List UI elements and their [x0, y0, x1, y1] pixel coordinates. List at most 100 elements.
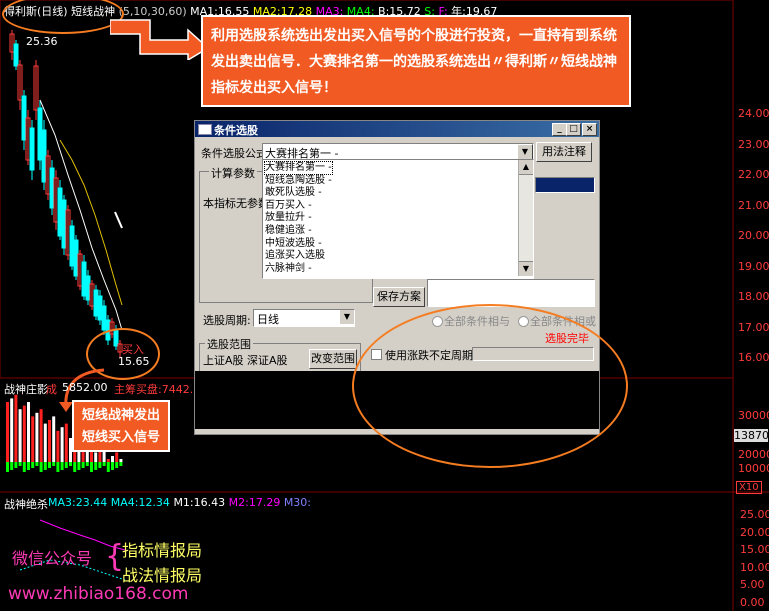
window-icon: [198, 124, 212, 135]
histogram-bar-neg: [27, 462, 30, 470]
price-axis-label: 18.00: [738, 290, 769, 303]
maximize-button[interactable]: □: [566, 123, 581, 136]
watermark-line1: 指标情报局: [122, 541, 203, 560]
candle-body: [21, 95, 27, 141]
candle-body: [69, 225, 75, 267]
candle-body: [49, 167, 55, 209]
panel3-label: M2:17.29: [228, 496, 284, 509]
histogram-bar-neg: [64, 462, 68, 468]
candle-body: [57, 187, 63, 237]
watermark-line2: 战法情报局: [122, 566, 203, 585]
dialog-titlebar[interactable]: 条件选股 _ □ ×: [195, 121, 599, 137]
period-select[interactable]: 日线 ▼: [253, 309, 355, 327]
panel3-label: M1:16.43: [173, 496, 229, 509]
ma-yellow-line: [59, 139, 123, 306]
histogram-bar-neg: [69, 462, 72, 466]
range-value: 上证A股 深证A股: [203, 354, 288, 367]
panel3-axis-label: 5.00: [740, 578, 765, 591]
dropdown-item[interactable]: 稳健追涨 -: [265, 225, 312, 237]
conditions-list[interactable]: [427, 279, 595, 307]
tick-mark: [114, 211, 123, 229]
price-axis-label: 17.00: [738, 320, 769, 334]
panel2-axis-30000: 30000: [738, 409, 769, 422]
histogram-bar: [6, 402, 9, 462]
dropdown-item[interactable]: 中短波选股 -: [265, 238, 322, 250]
dropdown-item[interactable]: 六脉神剑 -: [265, 263, 312, 275]
candle-body: [85, 275, 91, 301]
histogram-bar-neg: [98, 462, 102, 468]
candle-series: [9, 30, 123, 358]
high-price-label: 25.36: [26, 35, 58, 48]
histogram-bar-neg: [73, 462, 77, 472]
histogram-bar-neg: [43, 462, 47, 470]
signal-callout-line2: 短线买入信号: [81, 430, 160, 445]
histogram-bar-neg: [111, 462, 114, 470]
histogram-bar: [27, 402, 30, 462]
chevron-down-icon[interactable]: ▼: [517, 144, 533, 160]
scroll-up-icon[interactable]: ▲: [519, 160, 533, 175]
selected-conditions-header: [535, 177, 595, 193]
histogram-bar: [111, 456, 114, 462]
histogram-bar-neg: [60, 462, 64, 470]
histogram-bar-neg: [10, 462, 14, 470]
price-axis-label: 20.00: [738, 229, 769, 242]
dropdown-item[interactable]: 放量拉升 -: [265, 212, 312, 224]
histogram-bar-neg: [81, 462, 85, 468]
dropdown-item[interactable]: 追涨买入选股: [265, 250, 325, 262]
histogram-bar: [52, 416, 56, 462]
panel2-axis-10000: 10000: [738, 462, 769, 475]
top-callout: 利用选股系统选出发出买入信号的个股进行投资，一直持有到系统发出卖出信号．大赛排名…: [201, 15, 631, 107]
candle-body: [29, 127, 35, 171]
scroll-down-icon[interactable]: ▼: [519, 261, 533, 276]
panel3-label: MA3:23.44: [48, 496, 111, 509]
histogram-bar-neg: [6, 462, 9, 472]
panel3-axis-label: 0.00: [740, 595, 765, 609]
price-axis-label: 16.00: [738, 351, 769, 364]
arrow-icon: [110, 19, 210, 60]
candle-body: [37, 107, 43, 161]
price-axis-label: 22.00: [738, 168, 769, 181]
histogram-bar-neg: [85, 462, 89, 466]
panel2-value2: 5852.00: [62, 381, 108, 394]
save-scheme-button[interactable]: 保存方案: [373, 287, 425, 307]
formula-dropdown-list[interactable]: 大赛排名第一 - 短线急陶选股 - 敢死队选股 - 百万买入 - 放量拉升 - 稳健追涨 …: [262, 159, 534, 279]
histogram-bar-neg: [90, 462, 93, 472]
dropdown-item[interactable]: 大赛排名第一 -: [264, 161, 333, 175]
candle-body: [41, 129, 47, 183]
histogram-bar-neg: [22, 462, 26, 472]
x10-button[interactable]: X10: [736, 481, 762, 494]
candle-body: [61, 199, 67, 249]
minimize-button[interactable]: _: [552, 123, 567, 136]
wechat-label: 微信公众号: [12, 549, 93, 568]
histogram-bar: [18, 409, 22, 462]
dropdown-item[interactable]: 敢死队选股 -: [265, 187, 322, 199]
panel3-label: MA4:12.34: [110, 496, 174, 509]
histogram-bar-neg: [52, 462, 56, 466]
histogram-bar: [39, 409, 43, 462]
candle-body: [13, 43, 19, 67]
histogram-bar-neg: [39, 462, 43, 472]
candle-body: [73, 239, 79, 277]
params-group-label: 计算参数: [209, 165, 257, 181]
histogram-bar-neg: [106, 462, 110, 472]
chevron-down-icon[interactable]: ▼: [340, 310, 354, 324]
dropdown-item[interactable]: 短线急陶选股 -: [265, 175, 332, 187]
formula-label: 条件选股公式: [201, 147, 267, 160]
histogram-bar-neg: [31, 462, 35, 468]
usage-notes-button[interactable]: 用法注释: [536, 142, 592, 162]
watermark-url: www.zhibiao168.com: [8, 584, 189, 604]
change-range-button[interactable]: 改变范围: [309, 349, 357, 369]
histogram-bar-neg: [77, 462, 81, 470]
histogram-bar-neg: [94, 462, 98, 470]
panel2-title: 战神庄影: [4, 383, 48, 396]
candle-body: [81, 261, 87, 297]
histogram-bar: [35, 412, 39, 462]
histogram-bar: [106, 459, 110, 462]
dropdown-scrollbar[interactable]: ▲ ▼: [518, 160, 533, 276]
dropdown-item[interactable]: 百万买入 -: [265, 200, 312, 212]
histogram-bar-neg: [35, 462, 39, 466]
histogram-bar: [10, 398, 14, 462]
dialog-title: 条件选股: [214, 124, 258, 137]
candle-body: [93, 289, 99, 317]
close-button[interactable]: ×: [582, 123, 597, 136]
